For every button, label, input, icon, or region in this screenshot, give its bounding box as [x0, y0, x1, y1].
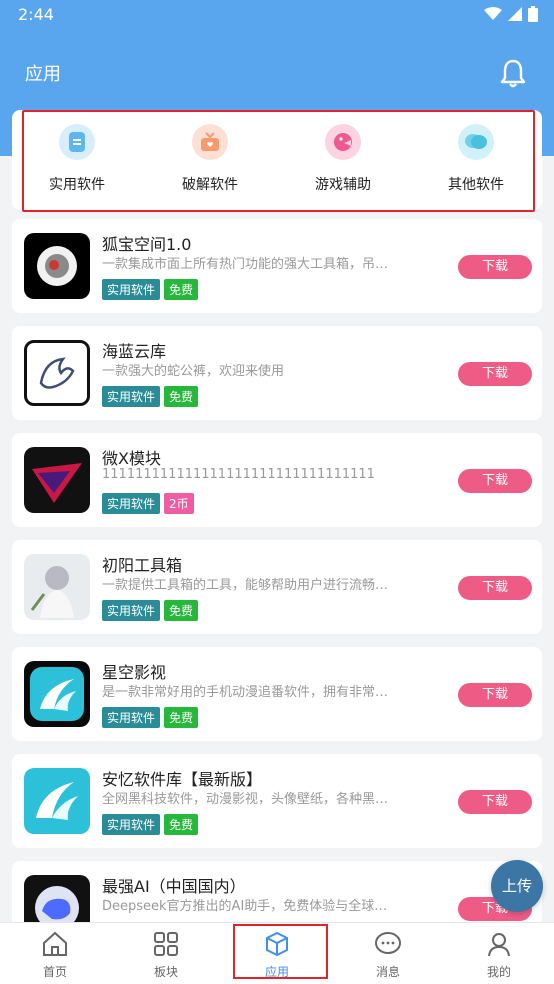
category-cracked[interactable]: 破解软件 — [160, 124, 260, 194]
status-bar: 2:44 — [0, 0, 554, 32]
download-button[interactable]: 下载 — [458, 255, 532, 279]
app-tags: 实用软件 免费 — [102, 386, 199, 407]
app-name: 最强AI（中国国内） — [102, 877, 246, 896]
download-button[interactable]: 下载 — [458, 469, 532, 493]
category-panel: 实用软件 破解软件 游戏辅助 其他软件 — [12, 110, 542, 212]
category-other[interactable]: 其他软件 — [426, 124, 526, 194]
price-tag: 免费 — [164, 279, 199, 300]
app-description: 一款提供工具箱的工具，能够帮助用户进行流畅… — [102, 578, 389, 593]
category-label: 游戏辅助 — [315, 177, 371, 193]
document-icon — [59, 124, 95, 160]
bell-icon[interactable] — [500, 58, 526, 88]
app-logo — [24, 447, 90, 513]
app-tags: 实用软件 免费 — [102, 707, 199, 728]
tab-profile[interactable]: 我的 — [444, 931, 554, 980]
home-icon — [43, 931, 67, 956]
app-card-xingkong[interactable]: 星空影视 是一款非常好用的手机动漫追番软件，拥有非常… 实用软件 免费 下载 — [12, 647, 542, 741]
app-card-hubao[interactable]: 狐宝空间1.0 一款集成市面上所有热门功能的强大工具箱，吊… 实用软件 免费 下… — [12, 219, 542, 313]
category-label: 实用软件 — [49, 177, 105, 193]
price-tag: 2币 — [164, 493, 194, 514]
tab-highlight-frame — [233, 924, 328, 979]
app-name: 微X模块 — [102, 449, 161, 468]
app-tags: 实用软件 免费 — [102, 279, 199, 300]
tab-home[interactable]: 首页 — [0, 931, 110, 980]
category-label: 其他软件 — [448, 177, 504, 193]
category-tag: 实用软件 — [102, 386, 161, 407]
download-button[interactable]: 下载 — [458, 790, 532, 814]
app-name: 安忆软件库【最新版】 — [102, 770, 263, 789]
page-title: 应用 — [25, 64, 61, 85]
category-tag: 实用软件 — [102, 814, 161, 835]
tab-label: 板块 — [153, 965, 178, 979]
app-description: 111111111111111111111111111111111 — [102, 467, 375, 482]
app-logo — [24, 340, 90, 406]
price-tag: 免费 — [164, 814, 199, 835]
app-name: 星空影视 — [102, 663, 167, 682]
app-card-chuyang[interactable]: 初阳工具箱 一款提供工具箱的工具，能够帮助用户进行流畅… 实用软件 免费 下载 — [12, 540, 542, 634]
status-icons — [484, 6, 538, 22]
app-logo — [24, 661, 90, 727]
app-card-hailan[interactable]: 海蓝云库 一款强大的蛇公裤，欢迎来使用 实用软件 免费 下载 — [12, 326, 542, 420]
chat-bubbles-icon — [458, 124, 494, 160]
upload-button[interactable]: 上传 — [491, 860, 543, 912]
tab-label: 消息 — [375, 965, 400, 979]
bottom-tab-bar: 首页 板块 应用 消息 我的 — [0, 922, 554, 984]
user-icon — [488, 933, 510, 957]
app-name: 狐宝空间1.0 — [102, 235, 192, 254]
app-logo — [24, 233, 90, 299]
game-icon — [325, 124, 361, 160]
tab-board[interactable]: 板块 — [111, 931, 221, 980]
category-tag: 实用软件 — [102, 600, 161, 621]
app-description: 一款强大的蛇公裤，欢迎来使用 — [102, 364, 285, 379]
app-logo — [24, 554, 90, 620]
app-name: 海蓝云库 — [102, 342, 167, 361]
category-tag: 实用软件 — [102, 279, 161, 300]
category-game-assist[interactable]: 游戏辅助 — [293, 124, 393, 194]
price-tag: 免费 — [164, 386, 199, 407]
tab-label: 首页 — [42, 965, 67, 979]
download-button[interactable]: 下载 — [458, 362, 532, 386]
app-description: 全网黑科技软件，动漫影视，头像壁纸，各种黑… — [102, 792, 389, 807]
app-tags: 实用软件 2币 — [102, 493, 194, 514]
download-button[interactable]: 下载 — [458, 683, 532, 707]
battery-icon — [528, 6, 538, 22]
app-description: Deepseek官方推出的AI助手，免费体验与全球… — [102, 899, 388, 914]
app-tags: 实用软件 免费 — [102, 814, 199, 835]
app-description: 是一款非常好用的手机动漫追番软件，拥有非常… — [102, 685, 389, 700]
app-card-weix[interactable]: 微X模块 111111111111111111111111111111111 实… — [12, 433, 542, 527]
signal-icon — [508, 7, 522, 21]
status-time: 2:44 — [18, 5, 54, 24]
app-logo — [24, 875, 90, 923]
category-tag: 实用软件 — [102, 707, 161, 728]
gift-icon — [192, 124, 228, 160]
app-tags: 实用软件 免费 — [102, 600, 199, 621]
price-tag: 免费 — [164, 600, 199, 621]
app-card-zuiqiang-ai[interactable]: 最强AI（中国国内） Deepseek官方推出的AI助手，免费体验与全球… 下载 — [12, 861, 542, 923]
category-label: 破解软件 — [182, 177, 238, 193]
app-logo — [24, 768, 90, 834]
app-card-anyi[interactable]: 安忆软件库【最新版】 全网黑科技软件，动漫影视，头像壁纸，各种黑… 实用软件 免… — [12, 754, 542, 848]
app-name: 初阳工具箱 — [102, 556, 183, 575]
wifi-icon — [484, 7, 502, 20]
price-tag: 免费 — [164, 707, 199, 728]
tab-label: 我的 — [486, 965, 511, 979]
message-icon — [375, 932, 401, 954]
app-description: 一款集成市面上所有热门功能的强大工具箱，吊… — [102, 257, 389, 272]
category-tag: 实用软件 — [102, 493, 161, 514]
category-practical[interactable]: 实用软件 — [27, 124, 127, 194]
download-button[interactable]: 下载 — [458, 576, 532, 600]
tab-messages[interactable]: 消息 — [333, 931, 443, 980]
grid-icon — [154, 932, 178, 956]
